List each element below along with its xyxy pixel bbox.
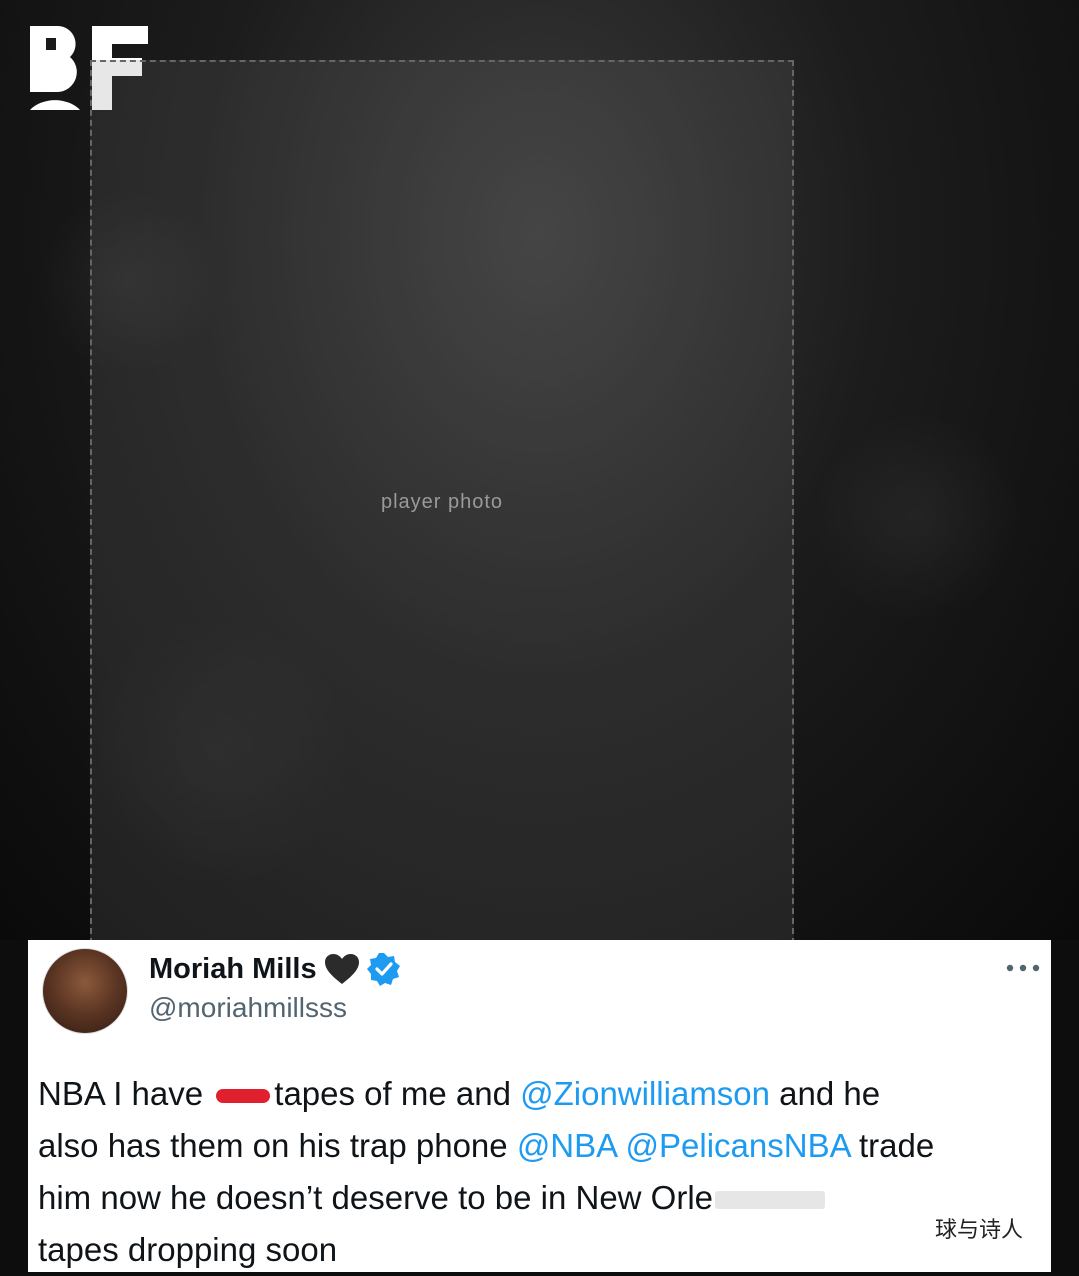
source-watermark: 球与诗人 — [930, 1210, 1027, 1246]
hero-photo: player photo — [0, 0, 1079, 940]
tweet-text-segment: and he — [770, 1075, 881, 1112]
mention-pelicansnba[interactable]: @PelicansNBA — [626, 1127, 850, 1164]
avatar[interactable] — [42, 948, 128, 1034]
author-name[interactable]: Moriah Mills — [149, 953, 317, 986]
mention-zionwilliamson[interactable]: @Zionwilliamson — [520, 1075, 770, 1112]
tweet-text-segment: NBA I have — [38, 1075, 204, 1112]
tweet-text-segment: tapes of me and — [274, 1075, 511, 1112]
tweet-text-segment: him now he doesn’t deserve to be in New … — [38, 1179, 714, 1216]
mention-nba[interactable]: @NBA — [517, 1127, 617, 1164]
redaction-mark — [715, 1191, 826, 1210]
redaction-mark — [216, 1089, 271, 1104]
tweet-text-segment: tapes dropping soon — [38, 1231, 338, 1268]
tweet-text: NBA I have tapes of me and @Zionwilliams… — [38, 1068, 1038, 1276]
tweet-card: Moriah Mills @moriahmillsss NBA I have t… — [28, 940, 1051, 1272]
black-heart-icon — [324, 954, 359, 984]
placeholder-label: player photo — [380, 490, 504, 513]
verified-badge-icon — [366, 953, 400, 986]
author-handle[interactable]: @moriahmillsss — [149, 992, 347, 1024]
more-options-icon[interactable] — [1005, 962, 1041, 974]
tweet-text-segment: trade — [858, 1127, 935, 1164]
author-row: Moriah Mills — [149, 952, 401, 986]
tweet-text-segment: also has them on his trap phone — [38, 1127, 508, 1164]
player-image-placeholder: player photo — [90, 60, 794, 940]
